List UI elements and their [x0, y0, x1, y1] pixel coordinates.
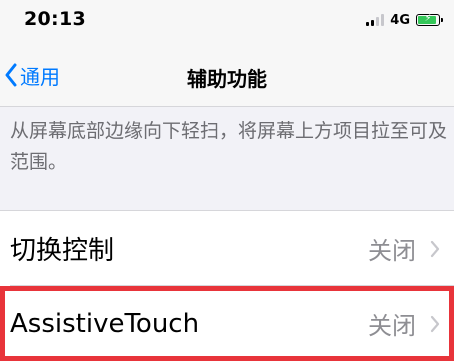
- switch-control-value: 关闭: [368, 237, 416, 265]
- navigation-bar: 通用 辅助功能: [0, 46, 454, 107]
- page-title: 辅助功能: [187, 67, 267, 91]
- chevron-right-icon: [430, 315, 440, 333]
- assistivetouch-value: 关闭: [368, 312, 416, 340]
- status-time: 20:13: [24, 8, 86, 30]
- assistivetouch-row[interactable]: AssistiveTouch 关闭: [0, 286, 454, 361]
- assistivetouch-label: AssistiveTouch: [10, 308, 200, 339]
- settings-group: 切换控制 关闭 AssistiveTouch 关闭: [0, 210, 454, 361]
- cellular-signal-icon: [366, 14, 385, 26]
- status-indicators: 4G ⚡: [366, 12, 443, 28]
- status-bar: 20:13 4G ⚡: [0, 0, 454, 46]
- battery-icon: ⚡: [416, 13, 443, 26]
- chevron-right-icon: [430, 240, 440, 258]
- network-type: 4G: [390, 12, 410, 28]
- switch-control-row[interactable]: 切换控制 关闭: [0, 211, 454, 286]
- charging-bolt-icon: ⚡: [424, 13, 432, 24]
- switch-control-label: 切换控制: [10, 236, 115, 266]
- reachability-description: 从屏幕底部边缘向下轻扫，将屏幕上方项目拉至可及范围。: [10, 120, 448, 173]
